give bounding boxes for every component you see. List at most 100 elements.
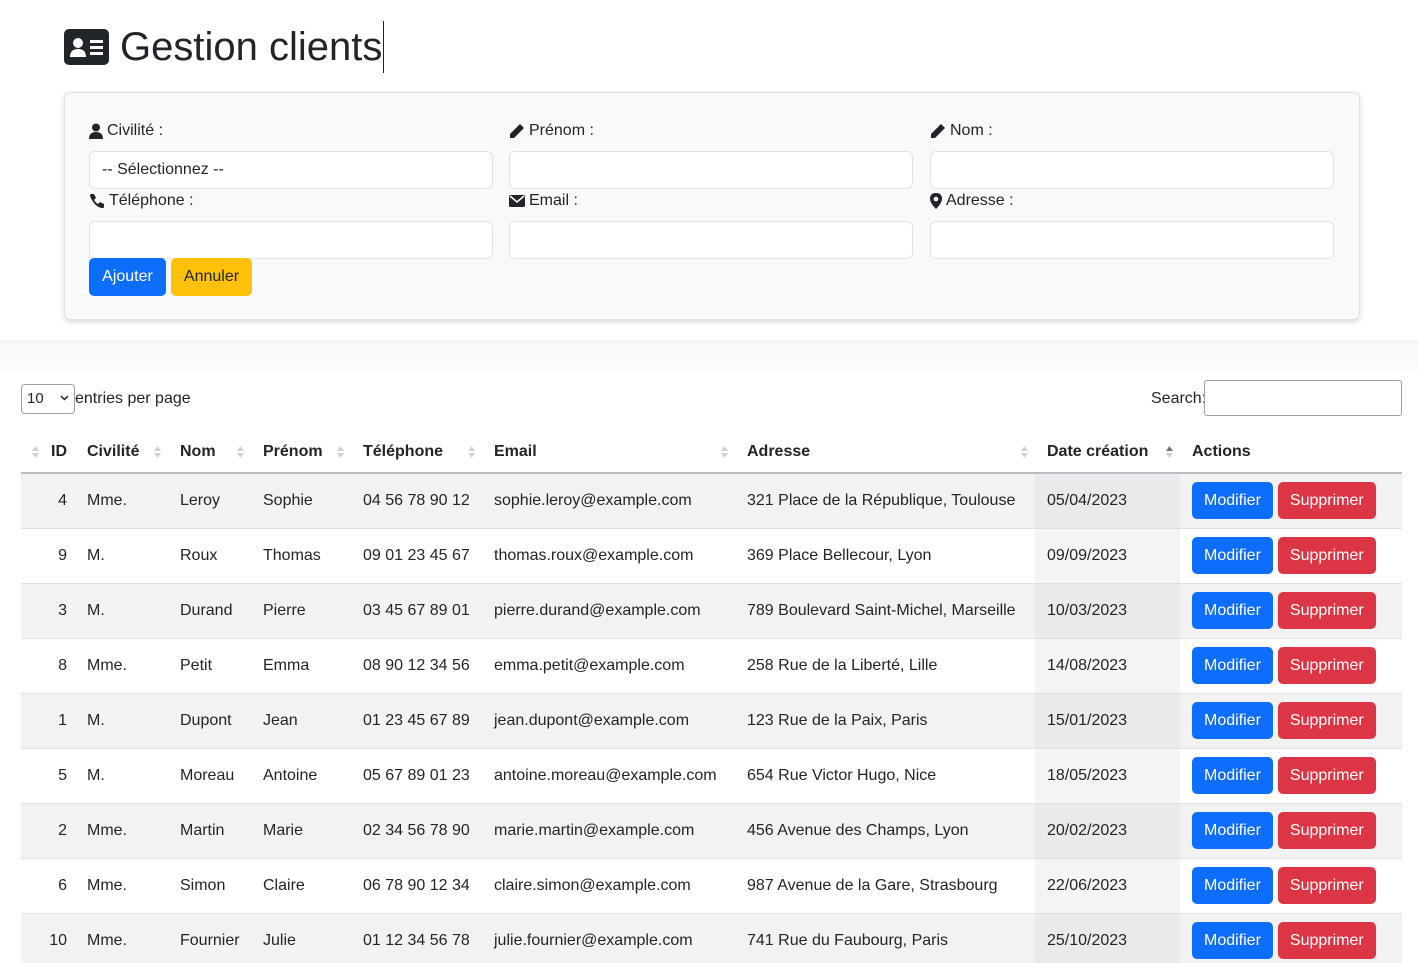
adresse-field: Adresse : <box>930 191 1334 259</box>
edit-button[interactable]: Modifier <box>1192 482 1273 520</box>
envelope-icon <box>509 195 525 207</box>
civilite-label: Civilité : <box>107 122 164 139</box>
cell-id: 3 <box>21 583 75 639</box>
cell-actions: Modifier Supprimer <box>1180 638 1402 694</box>
edit-button[interactable]: Modifier <box>1192 702 1273 739</box>
cell-prenom: Emma <box>251 638 351 694</box>
table-row: 9 M. Roux Thomas 09 01 23 45 67 thomas.roux@e… <box>21 528 1402 584</box>
table-row: 2 Mme. Martin Marie 02 34 56 78 90 marie.mart… <box>21 803 1402 859</box>
cell-adresse: 987 Avenue de la Gare, Strasbourg <box>735 858 1035 914</box>
delete-button[interactable]: Supprimer <box>1277 757 1376 794</box>
cell-date-creation: 15/01/2023 <box>1035 693 1180 749</box>
row-actions: Modifier Supprimer <box>1192 482 1402 520</box>
civilite-select[interactable]: -- Sélectionnez -- <box>89 151 493 189</box>
cell-civilite: M. <box>75 528 168 584</box>
email-label: Email : <box>529 192 578 209</box>
nom-label: Nom : <box>950 122 993 139</box>
column-header-email[interactable]: Email <box>482 431 735 474</box>
clients-table-section: 10 entries per page Search: ID Civilité … <box>0 340 1418 963</box>
telephone-field: Téléphone : <box>89 191 493 259</box>
delete-button[interactable]: Supprimer <box>1277 537 1376 574</box>
cell-adresse: 741 Rue du Faubourg, Paris <box>735 913 1035 963</box>
cell-actions: Modifier Supprimer <box>1180 693 1402 749</box>
page-length-label: entries per page <box>75 390 191 407</box>
cell-adresse: 654 Rue Victor Hugo, Nice <box>735 748 1035 804</box>
search-input[interactable] <box>1204 380 1402 416</box>
column-header-date-creation[interactable]: Date création <box>1035 431 1180 474</box>
table-row: 8 Mme. Petit Emma 08 90 12 34 56 emma.petit@e… <box>21 638 1402 694</box>
delete-button[interactable]: Supprimer <box>1277 867 1376 904</box>
row-actions: Modifier Supprimer <box>1192 757 1402 794</box>
column-header-adresse[interactable]: Adresse <box>735 431 1035 474</box>
add-button[interactable]: Ajouter <box>89 258 166 296</box>
cell-nom: Moreau <box>168 748 251 804</box>
column-header-prenom[interactable]: Prénom <box>251 431 351 474</box>
cell-email: thomas.roux@example.com <box>482 528 735 584</box>
sort-icon <box>237 446 244 458</box>
cell-prenom: Claire <box>251 858 351 914</box>
cell-telephone: 03 45 67 89 01 <box>351 583 482 639</box>
column-header-telephone[interactable]: Téléphone <box>351 431 482 474</box>
cell-prenom: Antoine <box>251 748 351 804</box>
column-header-civilite[interactable]: Civilité <box>75 431 168 474</box>
cell-nom: Durand <box>168 583 251 639</box>
cell-date-creation: 20/02/2023 <box>1035 803 1180 859</box>
cell-id: 4 <box>21 473 75 529</box>
delete-button[interactable]: Supprimer <box>1277 647 1376 684</box>
nom-field: Nom : <box>930 121 1334 189</box>
delete-button[interactable]: Supprimer <box>1277 592 1376 629</box>
page-length-value: 10 <box>27 390 44 407</box>
delete-button[interactable]: Supprimer <box>1277 482 1376 520</box>
delete-button[interactable]: Supprimer <box>1277 812 1376 849</box>
cell-telephone: 06 78 90 12 34 <box>351 858 482 914</box>
table-row: 1 M. Dupont Jean 01 23 45 67 89 jean.dupont@e… <box>21 693 1402 749</box>
cell-telephone: 08 90 12 34 56 <box>351 638 482 694</box>
cell-prenom: Marie <box>251 803 351 859</box>
cancel-button[interactable]: Annuler <box>171 258 252 296</box>
prenom-label: Prénom : <box>529 122 594 139</box>
edit-button[interactable]: Modifier <box>1192 922 1273 959</box>
edit-button[interactable]: Modifier <box>1192 592 1273 629</box>
delete-button[interactable]: Supprimer <box>1277 702 1376 739</box>
cell-nom: Fournier <box>168 913 251 963</box>
text-cursor <box>383 21 385 73</box>
cell-id: 1 <box>21 693 75 749</box>
cell-civilite: M. <box>75 693 168 749</box>
prenom-field: Prénom : <box>509 121 913 189</box>
cell-date-creation: 05/04/2023 <box>1035 473 1180 529</box>
delete-button[interactable]: Supprimer <box>1277 922 1376 959</box>
page-title: Gestion clients <box>120 25 383 69</box>
adresse-input[interactable] <box>930 221 1334 259</box>
cell-date-creation: 10/03/2023 <box>1035 583 1180 639</box>
cell-telephone: 02 34 56 78 90 <box>351 803 482 859</box>
sort-icon <box>721 446 728 458</box>
edit-button[interactable]: Modifier <box>1192 757 1273 794</box>
edit-button[interactable]: Modifier <box>1192 537 1273 574</box>
cell-email: antoine.moreau@example.com <box>482 748 735 804</box>
edit-button[interactable]: Modifier <box>1192 867 1273 904</box>
cell-civilite: Mme. <box>75 638 168 694</box>
column-header-nom[interactable]: Nom <box>168 431 251 474</box>
cell-prenom: Sophie <box>251 473 351 529</box>
telephone-input[interactable] <box>89 221 493 259</box>
prenom-input[interactable] <box>509 151 913 189</box>
cell-id: 8 <box>21 638 75 694</box>
page-length-select[interactable]: 10 <box>21 384 75 414</box>
cell-actions: Modifier Supprimer <box>1180 528 1402 584</box>
column-header-id[interactable]: ID <box>21 431 75 474</box>
edit-button[interactable]: Modifier <box>1192 812 1273 849</box>
clients-table: ID Civilité Nom Prénom Téléphone Email A… <box>21 431 1402 963</box>
cell-adresse: 456 Avenue des Champs, Lyon <box>735 803 1035 859</box>
email-field: Email : <box>509 191 913 259</box>
nom-input[interactable] <box>930 151 1334 189</box>
cell-id: 9 <box>21 528 75 584</box>
edit-button[interactable]: Modifier <box>1192 647 1273 684</box>
page-header: Gestion clients <box>64 21 385 73</box>
cell-actions: Modifier Supprimer <box>1180 913 1402 963</box>
cell-nom: Leroy <box>168 473 251 529</box>
cell-prenom: Jean <box>251 693 351 749</box>
cell-nom: Martin <box>168 803 251 859</box>
cell-email: emma.petit@example.com <box>482 638 735 694</box>
email-input[interactable] <box>509 221 913 259</box>
cell-civilite: Mme. <box>75 803 168 859</box>
